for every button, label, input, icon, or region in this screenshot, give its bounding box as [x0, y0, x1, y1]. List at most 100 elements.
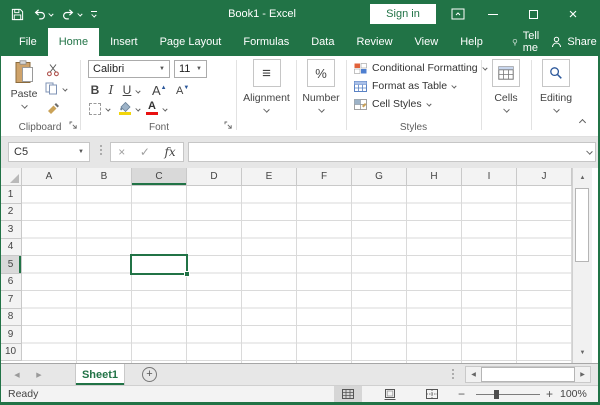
column-header-b[interactable]: B [77, 168, 132, 186]
formula-input[interactable] [188, 142, 596, 162]
underline-dropdown-icon[interactable] [135, 88, 140, 93]
horizontal-scroll-thumb[interactable] [481, 367, 575, 382]
row-header-1[interactable]: 1 [0, 186, 22, 204]
bold-button[interactable]: B [88, 83, 102, 97]
cell-styles-button[interactable]: Cell Styles [354, 96, 431, 112]
font-color-dropdown-icon[interactable] [162, 106, 167, 111]
borders-button[interactable] [89, 103, 101, 115]
page-layout-view-button[interactable] [376, 386, 404, 402]
redo-button[interactable] [62, 8, 82, 20]
row-header-6[interactable]: 6 [0, 274, 22, 292]
minimize-button[interactable] [478, 0, 508, 28]
cancel-entry-icon[interactable]: × [118, 146, 125, 158]
font-color-button[interactable]: A [148, 100, 156, 112]
cells-group-button[interactable]: Cells [481, 59, 531, 112]
select-all-button[interactable] [0, 168, 22, 186]
cut-button[interactable] [46, 63, 60, 80]
customize-quick-access-button[interactable] [91, 11, 97, 17]
normal-view-button[interactable] [334, 386, 362, 402]
scroll-up-icon[interactable]: ▲ [573, 170, 592, 186]
tab-strip-resizer[interactable] [452, 369, 454, 379]
vertical-scroll-thumb[interactable] [575, 188, 589, 262]
grow-font-button[interactable]: A▲ [152, 83, 167, 98]
save-button[interactable] [11, 8, 24, 21]
format-as-table-button[interactable]: Format as Table [354, 78, 456, 94]
zoom-out-button[interactable]: − [458, 387, 465, 401]
name-box-dropdown-icon[interactable]: ▼ [78, 149, 84, 155]
row-header-4[interactable]: 4 [0, 239, 22, 257]
row-header-10[interactable]: 10 [0, 344, 22, 362]
formula-bar-resizer[interactable] [100, 145, 102, 155]
zoom-slider-handle[interactable] [494, 390, 499, 399]
column-header-h[interactable]: H [407, 168, 462, 186]
zoom-slider-track[interactable] [476, 394, 540, 395]
clipboard-dialog-launcher[interactable] [69, 121, 78, 130]
conditional-formatting-button[interactable]: Conditional Formatting [354, 60, 487, 76]
font-size-combo[interactable]: 11 ▼ [174, 60, 207, 78]
column-header-a[interactable]: A [22, 168, 77, 186]
alignment-group-button[interactable]: ≡ Alignment [237, 59, 296, 112]
font-name-combo[interactable]: Calibri ▼ [88, 60, 170, 78]
font-dialog-launcher[interactable] [224, 121, 233, 130]
name-box[interactable]: C5 ▼ [8, 142, 90, 162]
underline-button[interactable]: U [120, 83, 134, 97]
row-header-5[interactable]: 5 [0, 256, 22, 274]
insert-function-icon[interactable]: fx [164, 145, 175, 159]
maximize-button[interactable] [518, 0, 548, 28]
tell-me-button[interactable]: Tell me [504, 28, 552, 56]
zoom-in-button[interactable]: + [546, 387, 553, 401]
sign-in-button[interactable]: Sign in [370, 4, 436, 24]
column-header-i[interactable]: I [462, 168, 517, 186]
next-sheet-icon[interactable]: ▶ [30, 364, 48, 386]
row-header-3[interactable]: 3 [0, 221, 22, 239]
tab-page-layout[interactable]: Page Layout [149, 28, 233, 56]
ribbon-display-options-button[interactable] [443, 0, 473, 28]
scroll-down-icon[interactable]: ▼ [573, 345, 592, 361]
column-header-f[interactable]: F [297, 168, 352, 186]
enter-entry-icon[interactable]: ✓ [140, 146, 150, 158]
row-header-7[interactable]: 7 [0, 291, 22, 309]
shrink-font-button[interactable]: A▼ [176, 85, 189, 97]
tab-help[interactable]: Help [449, 28, 494, 56]
tab-review[interactable]: Review [345, 28, 403, 56]
page-break-preview-button[interactable] [418, 386, 446, 402]
italic-button[interactable]: I [104, 83, 118, 97]
collapse-ribbon-button[interactable] [579, 119, 586, 126]
tab-data[interactable]: Data [300, 28, 345, 56]
paste-button[interactable]: Paste [6, 60, 42, 108]
column-header-d[interactable]: D [187, 168, 242, 186]
borders-dropdown-icon[interactable] [105, 106, 110, 111]
undo-dropdown-icon[interactable] [48, 11, 53, 16]
tab-insert[interactable]: Insert [99, 28, 149, 56]
format-painter-button[interactable] [46, 100, 60, 117]
row-header-8[interactable]: 8 [0, 309, 22, 327]
row-header-9[interactable]: 9 [0, 326, 22, 344]
undo-button[interactable] [33, 8, 53, 20]
new-sheet-button[interactable]: + [142, 367, 157, 382]
worksheet-cells[interactable] [22, 186, 572, 363]
tab-formulas[interactable]: Formulas [232, 28, 300, 56]
tab-file[interactable]: File [8, 28, 48, 56]
close-button[interactable]: × [558, 0, 588, 28]
fill-color-dropdown-icon[interactable] [135, 106, 140, 111]
zoom-level[interactable]: 100% [560, 388, 587, 400]
active-cell[interactable] [130, 254, 188, 275]
scroll-left-icon[interactable]: ◀ [466, 367, 481, 382]
vertical-scrollbar[interactable]: ▲ ▼ [572, 168, 592, 363]
redo-dropdown-icon[interactable] [77, 11, 82, 16]
previous-sheet-icon[interactable]: ◀ [8, 364, 26, 386]
share-button[interactable]: Share [551, 28, 600, 56]
column-header-e[interactable]: E [242, 168, 297, 186]
column-header-j[interactable]: J [517, 168, 572, 186]
horizontal-scrollbar[interactable]: ◀ ▶ [465, 366, 591, 383]
row-header-2[interactable]: 2 [0, 204, 22, 222]
column-header-g[interactable]: G [352, 168, 407, 186]
copy-button[interactable] [45, 82, 58, 98]
sheet-tab-sheet1[interactable]: Sheet1 [75, 364, 125, 385]
editing-group-button[interactable]: Editing [531, 59, 581, 112]
tab-view[interactable]: View [404, 28, 450, 56]
fill-handle[interactable] [184, 271, 190, 277]
tab-home[interactable]: Home [48, 28, 99, 56]
scroll-right-icon[interactable]: ▶ [575, 367, 590, 382]
column-header-c[interactable]: C [132, 168, 187, 186]
